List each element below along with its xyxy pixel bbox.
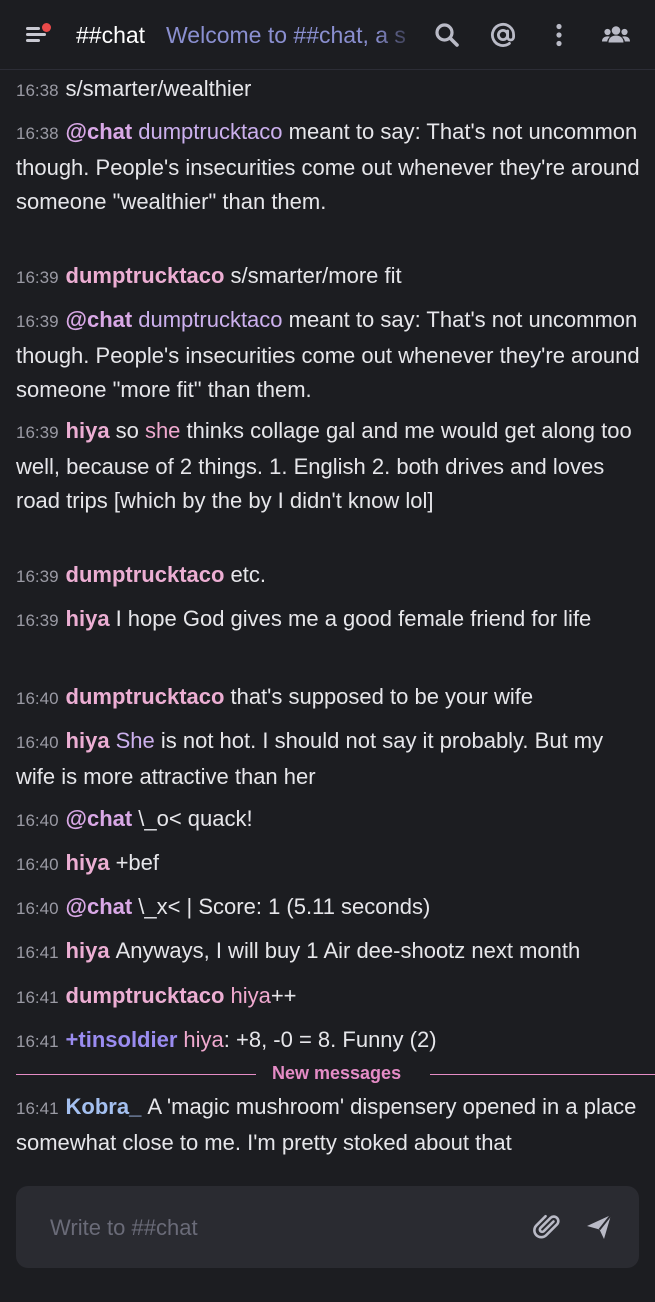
timestamp: 16:41 — [16, 943, 59, 962]
timestamp: 16:39 — [16, 611, 59, 630]
nick[interactable]: dumptrucktaco — [66, 684, 225, 709]
nick[interactable]: dumptrucktaco — [66, 263, 225, 288]
nick[interactable]: hiya — [66, 418, 110, 443]
new-messages-divider: New messages — [16, 1062, 655, 1088]
timestamp: 16:40 — [16, 899, 59, 918]
channel-topic[interactable]: Welcome to ##chat, a s — [166, 22, 421, 49]
message-text: +bef — [115, 850, 160, 875]
timestamp: 16:39 — [16, 312, 59, 331]
divider-label: New messages — [272, 1063, 402, 1083]
unread-dot — [42, 23, 51, 32]
message-text: ++ — [270, 983, 297, 1008]
channel-name: ##chat — [76, 22, 146, 48]
nick[interactable]: @chat — [66, 119, 133, 144]
message-text: s/smarter/more fit — [230, 263, 402, 288]
message: 16:40 dumptrucktaco that's supposed to be … — [16, 680, 646, 716]
nick[interactable]: hiya — [66, 850, 110, 875]
nick[interactable]: hiya — [66, 606, 110, 631]
message-text: etc. — [230, 562, 266, 587]
composer — [16, 1186, 639, 1268]
more-vertical-icon[interactable] — [544, 20, 574, 50]
timestamp: 16:38 — [16, 124, 59, 143]
mention: she — [144, 418, 181, 443]
nick[interactable]: dumptrucktaco — [66, 562, 225, 587]
message: 16:41 +tinsoldier hiya: +8, -0 = 8. Funny … — [16, 1023, 646, 1059]
divider-line — [16, 1074, 256, 1075]
message-text: I hope God gives me a good female friend… — [115, 606, 592, 631]
mention: dumptrucktaco — [138, 119, 283, 144]
message-text: so — [115, 418, 145, 443]
message: 16:40 hiya She is not hot. I should not sa… — [16, 724, 646, 794]
search-icon[interactable] — [432, 20, 462, 50]
users-icon[interactable] — [601, 20, 631, 50]
message: 16:40 @chat \_o< quack! — [16, 802, 646, 838]
message: 16:38 @chat dumptrucktaco meant to say: Th… — [16, 115, 646, 219]
message-text: \_x< | Score: 1 (5.11 seconds) — [138, 894, 431, 919]
timestamp: 16:40 — [16, 811, 59, 830]
timestamp: 16:40 — [16, 855, 59, 874]
message-text: that's supposed to be your wife — [230, 684, 534, 709]
message: 16:39 hiya I hope God gives me a good fema… — [16, 602, 646, 638]
message: 16:41 hiya Anyways, I will buy 1 Air dee-s… — [16, 934, 646, 970]
timestamp: 16:40 — [16, 733, 59, 752]
message: 16:39 @chat dumptrucktaco meant to say: Th… — [16, 303, 646, 407]
attach-icon[interactable] — [532, 1212, 562, 1242]
mention: She — [115, 728, 155, 753]
divider-line — [430, 1074, 655, 1075]
nick[interactable]: dumptrucktaco — [66, 983, 225, 1008]
timestamp: 16:40 — [16, 689, 59, 708]
message: 16:39 hiya so she thinks collage gal and m… — [16, 414, 646, 518]
mention: hiya — [183, 1027, 224, 1052]
mention: hiya — [230, 983, 271, 1008]
message-text: Anyways, I will buy 1 Air dee-shootz nex… — [115, 938, 581, 963]
send-icon[interactable] — [584, 1212, 614, 1242]
nick[interactable]: @chat — [66, 806, 133, 831]
message: 16:38 s/smarter/wealthier — [16, 72, 646, 108]
message-text: : +8, -0 = 8. Funny (2) — [223, 1027, 437, 1052]
mention-icon[interactable] — [488, 20, 518, 50]
message: 16:39 dumptrucktaco etc. — [16, 558, 646, 594]
message: 16:41 Kobra_ A 'magic mushroom' dispensery… — [16, 1090, 646, 1160]
mention: dumptrucktaco — [138, 307, 283, 332]
timestamp: 16:41 — [16, 988, 59, 1007]
timestamp: 16:41 — [16, 1032, 59, 1051]
menu-icon[interactable] — [26, 23, 51, 44]
message: 16:40 @chat \_x< | Score: 1 (5.11 seconds) — [16, 890, 646, 926]
nick[interactable]: +tinsoldier — [66, 1027, 178, 1052]
message-text: \_o< quack! — [138, 806, 253, 831]
channel-header: ##chat Welcome to ##chat, a s — [0, 0, 655, 70]
message: 16:41 dumptrucktaco hiya++ — [16, 979, 646, 1015]
timestamp: 16:39 — [16, 423, 59, 442]
message-list[interactable]: 16:38 s/smarter/wealthier 16:38 @chat dumpt… — [0, 70, 655, 1170]
timestamp: 16:41 — [16, 1099, 59, 1118]
timestamp: 16:39 — [16, 567, 59, 586]
nick[interactable]: @chat — [66, 894, 133, 919]
timestamp: 16:38 — [16, 81, 59, 100]
composer-area — [0, 1170, 655, 1302]
timestamp: 16:39 — [16, 268, 59, 287]
nick[interactable]: hiya — [66, 938, 110, 963]
message: 16:40 hiya +bef — [16, 846, 646, 882]
nick[interactable]: hiya — [66, 728, 110, 753]
message: 16:39 dumptrucktaco s/smarter/more fit — [16, 259, 646, 295]
nick[interactable]: @chat — [66, 307, 133, 332]
message-text: s/smarter/wealthier — [65, 76, 252, 101]
message-input[interactable] — [48, 1210, 512, 1246]
nick[interactable]: Kobra_ — [66, 1094, 142, 1119]
